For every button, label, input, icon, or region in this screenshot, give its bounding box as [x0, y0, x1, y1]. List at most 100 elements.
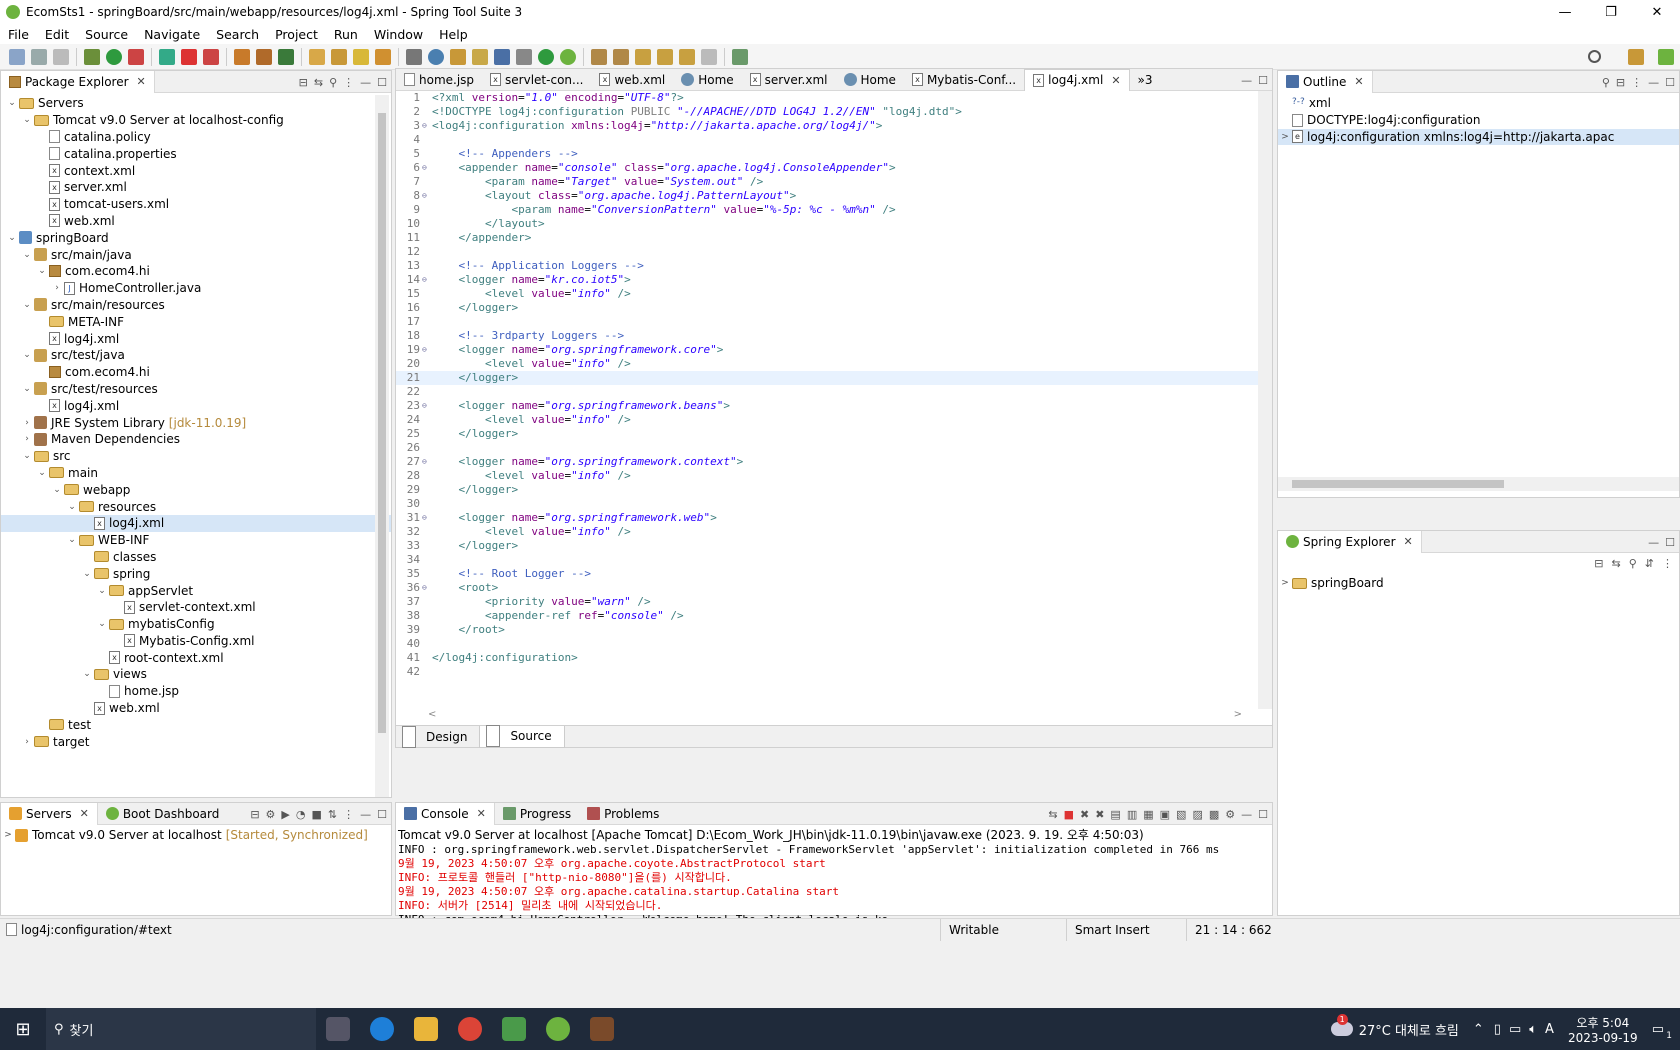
- chevron-down-icon[interactable]: ⌄: [80, 669, 94, 679]
- tree-item[interactable]: ⌄ src: [1, 448, 391, 465]
- code-line[interactable]: 38 <appender-ref ref="console" />: [396, 609, 1258, 623]
- close-icon[interactable]: ✕: [1111, 74, 1120, 87]
- terminate-icon[interactable]: ■: [1064, 808, 1074, 821]
- code-line[interactable]: 27 ⊖ <logger name="org.springframework.co…: [396, 455, 1258, 469]
- chrome-icon[interactable]: [458, 1017, 482, 1041]
- close-icon[interactable]: ✕: [477, 807, 486, 820]
- code-line[interactable]: 30: [396, 497, 1258, 511]
- tree-item[interactable]: ⌄ views: [1, 666, 391, 683]
- new-icon[interactable]: [9, 48, 25, 65]
- maximize-view-icon[interactable]: ☐: [1665, 536, 1675, 549]
- save-all-icon[interactable]: [53, 48, 69, 65]
- tree-item[interactable]: x log4j.xml: [1, 330, 391, 347]
- view-menu-icon[interactable]: ⋮: [1662, 557, 1673, 570]
- open-perspective-icon[interactable]: [1628, 48, 1644, 65]
- tree-item[interactable]: x web.xml: [1, 700, 391, 717]
- editor-tab[interactable]: x Mybatis-Conf...: [904, 69, 1024, 91]
- close-icon[interactable]: ✕: [80, 807, 89, 820]
- web-browser-icon[interactable]: [428, 48, 444, 65]
- chevron-down-icon[interactable]: ⌄: [20, 451, 34, 461]
- tree-item[interactable]: META-INF: [1, 313, 391, 330]
- chevron-down-icon[interactable]: ⌄: [20, 384, 34, 394]
- chevron-right-icon[interactable]: ›: [20, 434, 34, 444]
- tree-item[interactable]: ⌄ com.ecom4.hi: [1, 263, 391, 280]
- block-selection-icon[interactable]: [472, 48, 488, 65]
- previous-annotation-icon[interactable]: [613, 48, 629, 65]
- refresh-icon[interactable]: [159, 48, 175, 65]
- fold-toggle-icon[interactable]: ⊖: [422, 119, 432, 133]
- search-icon[interactable]: [353, 48, 369, 65]
- tree-item[interactable]: › J HomeController.java: [1, 280, 391, 297]
- code-line[interactable]: 39 </root>: [396, 623, 1258, 637]
- chevron-down-icon[interactable]: ⌄: [5, 98, 19, 108]
- tree-item[interactable]: ⌄ appServlet: [1, 582, 391, 599]
- code-line[interactable]: 33 </logger>: [396, 539, 1258, 553]
- show-on-output-icon[interactable]: ▣: [1160, 808, 1170, 821]
- close-icon[interactable]: ✕: [137, 75, 146, 88]
- tab-progress[interactable]: Progress: [495, 803, 579, 825]
- code-line[interactable]: 14 ⊖ <logger name="kr.co.iot5">: [396, 273, 1258, 287]
- debug-icon[interactable]: [84, 48, 100, 65]
- editor-horizontal-scrollbar[interactable]: < >: [426, 709, 1246, 723]
- minimize-button[interactable]: —: [1542, 0, 1588, 24]
- display-console-icon[interactable]: ▨: [1192, 808, 1202, 821]
- tree-item[interactable]: classes: [1, 549, 391, 566]
- code-line[interactable]: 20 <level value="info" />: [396, 357, 1258, 371]
- clock[interactable]: 오후 5:04 2023-09-19: [1568, 1014, 1638, 1045]
- code-line[interactable]: 26: [396, 441, 1258, 455]
- chevron-right-icon[interactable]: >: [1278, 578, 1292, 588]
- debug-server-icon[interactable]: ⚙: [266, 808, 276, 821]
- code-line[interactable]: 23 ⊖ <logger name="org.springframework.be…: [396, 399, 1258, 413]
- tree-item[interactable]: x server.xml: [1, 179, 391, 196]
- link-editor-icon[interactable]: ⇆: [1612, 557, 1621, 570]
- fold-toggle-icon[interactable]: ⊖: [422, 343, 432, 357]
- tree-item[interactable]: x log4j.xml: [1, 514, 391, 532]
- code-editor[interactable]: 1 <?xml version="1.0" encoding="UTF-8"?> 2…: [396, 91, 1258, 709]
- code-line[interactable]: 21 </logger>: [396, 371, 1258, 385]
- maximize-view-icon[interactable]: ☐: [1665, 76, 1675, 89]
- editor-tab[interactable]: x servlet-con...: [482, 69, 591, 91]
- code-line[interactable]: 19 ⊖ <logger name="org.springframework.co…: [396, 343, 1258, 357]
- clear-console-icon[interactable]: ▤: [1110, 808, 1120, 821]
- tree-item[interactable]: x Mybatis-Config.xml: [1, 633, 391, 650]
- minimize-view-icon[interactable]: —: [360, 808, 371, 821]
- tree-item[interactable]: ⌄ src/main/resources: [1, 297, 391, 314]
- editor-tab[interactable]: x web.xml: [591, 69, 673, 91]
- tree-item[interactable]: test: [1, 716, 391, 733]
- chevron-right-icon[interactable]: ›: [20, 737, 34, 747]
- code-line[interactable]: 40: [396, 637, 1258, 651]
- close-icon[interactable]: ✕: [1404, 535, 1413, 548]
- tree-item[interactable]: x servlet-context.xml: [1, 599, 391, 616]
- tree-item[interactable]: x web.xml: [1, 213, 391, 230]
- fold-toggle-icon[interactable]: ⊖: [422, 455, 432, 469]
- scroll-right-icon[interactable]: >: [1234, 709, 1242, 720]
- collapse-all-icon[interactable]: ⊟: [1594, 557, 1603, 570]
- outline-item[interactable]: > e log4j:configuration xmlns:log4j=http…: [1278, 128, 1679, 146]
- code-line[interactable]: 3 ⊖ <log4j:configuration xmlns:log4j="http…: [396, 119, 1258, 133]
- tree-item[interactable]: › Maven Dependencies: [1, 431, 391, 448]
- editor-tab[interactable]: x server.xml: [742, 69, 836, 91]
- tab-problems[interactable]: Problems: [579, 803, 667, 825]
- outline-item[interactable]: ?-? xml: [1278, 95, 1679, 112]
- filter-icon[interactable]: ⚲: [1629, 557, 1637, 570]
- outline-horizontal-scrollbar[interactable]: [1278, 477, 1679, 491]
- view-menu-icon[interactable]: ⋮: [1631, 76, 1642, 89]
- chevron-right-icon[interactable]: >: [1278, 132, 1292, 142]
- stop-server-icon[interactable]: [181, 48, 197, 65]
- code-line[interactable]: 36 ⊖ <root>: [396, 581, 1258, 595]
- tree-item[interactable]: x root-context.xml: [1, 649, 391, 666]
- publish-icon[interactable]: ⇅: [328, 808, 337, 821]
- code-line[interactable]: 11 </appender>: [396, 231, 1258, 245]
- open-type-icon[interactable]: [309, 48, 325, 65]
- profile-server-icon[interactable]: ◔: [296, 808, 306, 821]
- minimize-editor-icon[interactable]: —: [1241, 74, 1252, 87]
- chevron-right-icon[interactable]: ›: [50, 283, 64, 293]
- pin-console-icon[interactable]: ▧: [1176, 808, 1186, 821]
- open-console-icon[interactable]: ▩: [1209, 808, 1219, 821]
- tree-item[interactable]: com.ecom4.hi: [1, 364, 391, 381]
- menu-navigate[interactable]: Navigate: [136, 27, 208, 42]
- code-line[interactable]: 9 <param name="ConversionPattern" value=…: [396, 203, 1258, 217]
- maximize-view-icon[interactable]: ☐: [377, 76, 387, 89]
- view-menu-icon[interactable]: ⋮: [343, 76, 354, 89]
- pin-icon[interactable]: [406, 48, 422, 65]
